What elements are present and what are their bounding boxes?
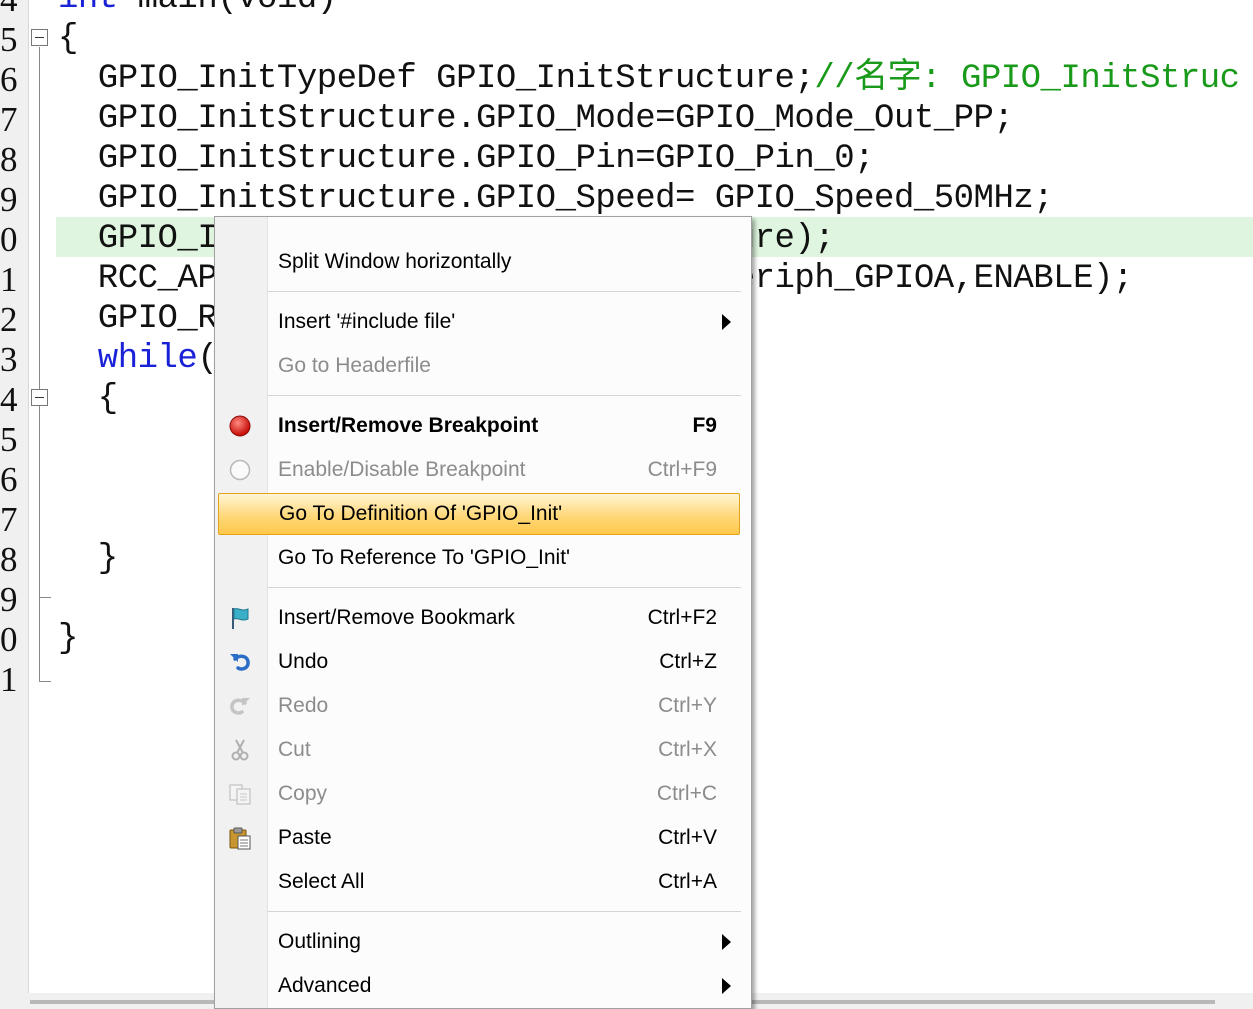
menu-item-label: Insert/Remove Bookmark (278, 606, 515, 629)
submenu-arrow-icon (722, 314, 731, 330)
line-number: 1 (0, 660, 18, 699)
menu-item-go-to-headerfile[interactable]: Go to Headerfile (215, 344, 751, 388)
menu-item-shortcut: Ctrl+X (658, 738, 717, 761)
line-number: 7 (0, 500, 18, 539)
menu-item-label: Cut (278, 738, 311, 761)
menu-item-shortcut: Ctrl+Y (658, 694, 717, 717)
menu-item-go-to-reference[interactable]: Go To Reference To 'GPIO_Init' (215, 536, 751, 580)
menu-item-label: Go To Reference To 'GPIO_Init' (278, 546, 571, 569)
fold-end-marker (39, 597, 51, 598)
line-number: 9 (0, 180, 18, 219)
menu-item-advanced[interactable]: Advanced (215, 964, 751, 1008)
undo-icon (228, 650, 252, 674)
fold-toggle-icon[interactable] (31, 389, 48, 406)
menu-item-paste[interactable]: Paste Ctrl+V (215, 816, 751, 860)
menu-item-label: Copy (278, 782, 328, 805)
code-line[interactable]: { (58, 379, 118, 419)
code-line[interactable]: GPIO_InitStructure.GPIO_Speed= GPIO_Spee… (58, 179, 1054, 219)
menu-item-label: Go To Definition Of 'GPIO_Init' (279, 502, 563, 525)
line-number: 5 (0, 20, 18, 59)
menu-item-label: Split Window horizontally (278, 250, 512, 273)
menu-item-insert-remove-bookmark[interactable]: Insert/Remove Bookmark Ctrl+F2 (215, 596, 751, 640)
breakpoint-toggle-icon (228, 458, 252, 482)
menu-item-go-to-definition[interactable]: Go To Definition Of 'GPIO_Init' (218, 493, 740, 535)
line-number: 6 (0, 60, 18, 99)
menu-item-label: Advanced (278, 974, 372, 997)
code-text: main(void) (118, 0, 338, 18)
paste-icon (228, 826, 252, 850)
menu-item-label: Go to Headerfile (278, 354, 431, 377)
menu-item-shortcut: Ctrl+F2 (647, 606, 717, 629)
menu-item-label: Insert '#include file' (278, 310, 456, 333)
scissors-icon (228, 738, 252, 762)
bookmark-flag-icon (228, 606, 252, 630)
line-number: 3 (0, 340, 18, 379)
fold-margin (29, 0, 55, 993)
menu-separator (267, 291, 741, 292)
menu-item-shortcut: F9 (692, 414, 717, 437)
code-line[interactable]: { (58, 19, 78, 59)
code-text: GPIO_InitTypeDef GPIO_InitStructure; (58, 60, 815, 98)
code-line[interactable]: int main(void) (58, 0, 337, 19)
line-number: 4 (0, 0, 22, 20)
menu-item-label: Paste (278, 826, 332, 849)
line-number: 5 (0, 420, 18, 459)
code-line[interactable]: } (58, 539, 118, 579)
fold-guide-line (39, 47, 40, 682)
line-number: 7 (0, 100, 18, 139)
code-line[interactable]: GPIO_InitStructure.GPIO_Pin=GPIO_Pin_0; (58, 139, 875, 179)
menu-separator (267, 911, 741, 912)
keyword: while (58, 340, 198, 378)
menu-item-label: Enable/Disable Breakpoint (278, 458, 526, 481)
line-number: 6 (0, 460, 18, 499)
menu-item-insert-include[interactable]: Insert '#include file' (215, 300, 751, 344)
menu-item-shortcut: Ctrl+F9 (647, 458, 717, 481)
code-line[interactable]: GPIO_InitStructure.GPIO_Mode=GPIO_Mode_O… (58, 99, 1014, 139)
menu-item-label: Insert/Remove Breakpoint (278, 414, 539, 437)
menu-separator (267, 395, 741, 396)
line-number: 4 (0, 380, 18, 419)
submenu-arrow-icon (722, 978, 731, 994)
redo-icon (228, 694, 252, 718)
menu-item-shortcut: Ctrl+A (658, 870, 717, 893)
line-number: 1 (0, 260, 18, 299)
menu-item-label: Select All (278, 870, 365, 893)
menu-item-select-all[interactable]: Select All Ctrl+A (215, 860, 751, 904)
line-number: 2 (0, 300, 18, 339)
fold-toggle-icon[interactable] (31, 29, 48, 46)
menu-item-insert-remove-breakpoint[interactable]: Insert/Remove Breakpoint F9 (215, 404, 751, 448)
menu-item-label: Redo (278, 694, 329, 717)
code-line[interactable]: } (58, 619, 78, 659)
menu-item-outlining[interactable]: Outlining (215, 920, 751, 964)
menu-item-copy[interactable]: Copy Ctrl+C (215, 772, 751, 816)
submenu-arrow-icon (722, 934, 731, 950)
line-number: 9 (0, 580, 18, 619)
menu-item-label: Undo (278, 650, 329, 673)
comment: //名字: GPIO_InitStruc (814, 60, 1240, 98)
menu-item-shortcut: Ctrl+C (656, 782, 717, 805)
menu-item-label: Outlining (278, 930, 361, 953)
line-number: 8 (0, 540, 18, 579)
keyword: int (58, 0, 118, 18)
menu-item-shortcut: Ctrl+Z (659, 650, 717, 673)
fold-end-marker (39, 681, 51, 682)
context-menu: Split Window horizontally Insert '#inclu… (214, 216, 752, 1009)
copy-icon (228, 782, 252, 806)
menu-item-shortcut: Ctrl+V (658, 826, 717, 849)
menu-item-undo[interactable]: Undo Ctrl+Z (215, 640, 751, 684)
line-number: 0 (0, 220, 18, 259)
line-number: 0 (0, 620, 18, 659)
menu-item-cut[interactable]: Cut Ctrl+X (215, 728, 751, 772)
menu-item-split-window[interactable]: Split Window horizontally (215, 240, 751, 284)
menu-item-redo[interactable]: Redo Ctrl+Y (215, 684, 751, 728)
code-line[interactable]: GPIO_InitTypeDef GPIO_InitStructure;//名字… (58, 59, 1240, 99)
menu-separator (267, 587, 741, 588)
breakpoint-icon (228, 414, 252, 438)
menu-item-enable-disable-breakpoint[interactable]: Enable/Disable Breakpoint Ctrl+F9 (215, 448, 751, 492)
line-number: 8 (0, 140, 18, 179)
